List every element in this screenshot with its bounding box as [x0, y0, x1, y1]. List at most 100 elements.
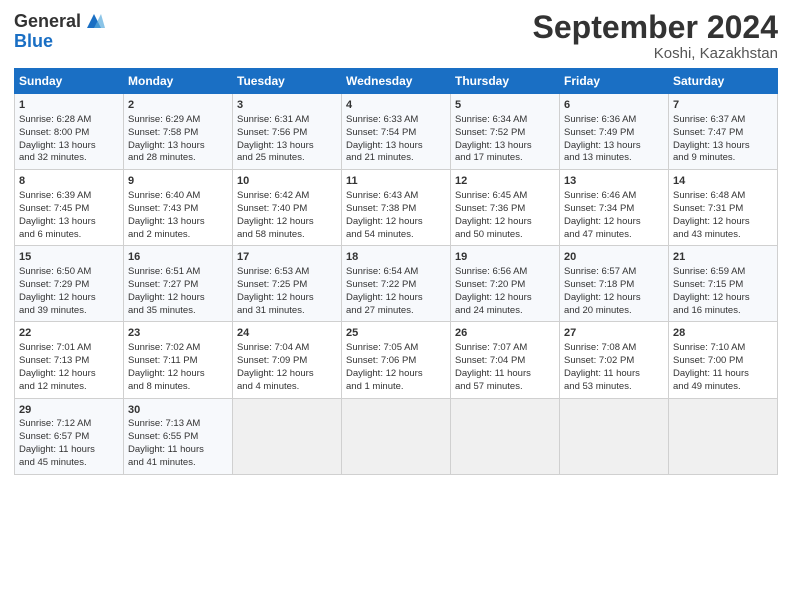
- table-row: 27Sunrise: 7:08 AMSunset: 7:02 PMDayligh…: [560, 322, 669, 398]
- table-row: 28Sunrise: 7:10 AMSunset: 7:00 PMDayligh…: [669, 322, 778, 398]
- col-thursday: Thursday: [451, 69, 560, 94]
- day-info-line: and 9 minutes.: [673, 152, 773, 165]
- day-number: 2: [128, 98, 228, 113]
- table-row: 19Sunrise: 6:56 AMSunset: 7:20 PMDayligh…: [451, 246, 560, 322]
- table-row: 22Sunrise: 7:01 AMSunset: 7:13 PMDayligh…: [15, 322, 124, 398]
- day-number: 12: [455, 174, 555, 189]
- page-container: General Blue September 2024 Koshi, Kazak…: [0, 0, 792, 485]
- calendar-week-row: 22Sunrise: 7:01 AMSunset: 7:13 PMDayligh…: [15, 322, 778, 398]
- day-info-line: Sunset: 7:27 PM: [128, 279, 228, 292]
- col-saturday: Saturday: [669, 69, 778, 94]
- day-info-line: Daylight: 12 hours: [346, 216, 446, 229]
- table-row: 23Sunrise: 7:02 AMSunset: 7:11 PMDayligh…: [124, 322, 233, 398]
- day-info-line: Daylight: 11 hours: [128, 444, 228, 457]
- table-row: 10Sunrise: 6:42 AMSunset: 7:40 PMDayligh…: [233, 170, 342, 246]
- table-row: 7Sunrise: 6:37 AMSunset: 7:47 PMDaylight…: [669, 94, 778, 170]
- day-info-line: and 12 minutes.: [19, 381, 119, 394]
- day-number: 6: [564, 98, 664, 113]
- day-number: 23: [128, 326, 228, 341]
- day-info-line: Sunrise: 6:37 AM: [673, 114, 773, 127]
- day-info-line: Sunset: 7:38 PM: [346, 203, 446, 216]
- day-info-line: Sunset: 7:13 PM: [19, 355, 119, 368]
- day-number: 8: [19, 174, 119, 189]
- day-info-line: Daylight: 12 hours: [673, 216, 773, 229]
- table-row: 8Sunrise: 6:39 AMSunset: 7:45 PMDaylight…: [15, 170, 124, 246]
- table-row: 5Sunrise: 6:34 AMSunset: 7:52 PMDaylight…: [451, 94, 560, 170]
- day-info-line: and 49 minutes.: [673, 381, 773, 394]
- day-info-line: Daylight: 12 hours: [564, 216, 664, 229]
- day-info-line: and 32 minutes.: [19, 152, 119, 165]
- table-row: 1Sunrise: 6:28 AMSunset: 8:00 PMDaylight…: [15, 94, 124, 170]
- day-info-line: Sunset: 7:52 PM: [455, 127, 555, 140]
- day-info-line: Sunset: 7:29 PM: [19, 279, 119, 292]
- day-number: 18: [346, 250, 446, 265]
- day-info-line: Daylight: 12 hours: [19, 368, 119, 381]
- day-number: 5: [455, 98, 555, 113]
- logo: General Blue: [14, 10, 105, 52]
- month-title: September 2024: [533, 10, 778, 45]
- day-info-line: Sunrise: 6:59 AM: [673, 266, 773, 279]
- day-info-line: Sunrise: 7:07 AM: [455, 342, 555, 355]
- table-row: 20Sunrise: 6:57 AMSunset: 7:18 PMDayligh…: [560, 246, 669, 322]
- day-info-line: Daylight: 12 hours: [564, 292, 664, 305]
- day-info-line: and 4 minutes.: [237, 381, 337, 394]
- location-subtitle: Koshi, Kazakhstan: [533, 45, 778, 62]
- day-info-line: Sunset: 7:20 PM: [455, 279, 555, 292]
- day-info-line: Daylight: 11 hours: [19, 444, 119, 457]
- calendar-week-row: 1Sunrise: 6:28 AMSunset: 8:00 PMDaylight…: [15, 94, 778, 170]
- day-number: 13: [564, 174, 664, 189]
- day-info-line: Daylight: 12 hours: [673, 292, 773, 305]
- day-info-line: Daylight: 13 hours: [346, 140, 446, 153]
- day-info-line: Daylight: 13 hours: [19, 216, 119, 229]
- logo-blue: Blue: [14, 31, 53, 51]
- day-number: 4: [346, 98, 446, 113]
- calendar-table: Sunday Monday Tuesday Wednesday Thursday…: [14, 68, 778, 474]
- day-number: 10: [237, 174, 337, 189]
- table-row: 17Sunrise: 6:53 AMSunset: 7:25 PMDayligh…: [233, 246, 342, 322]
- day-info-line: and 13 minutes.: [564, 152, 664, 165]
- day-info-line: and 43 minutes.: [673, 229, 773, 242]
- table-row: [560, 398, 669, 474]
- table-row: 18Sunrise: 6:54 AMSunset: 7:22 PMDayligh…: [342, 246, 451, 322]
- day-info-line: Daylight: 13 hours: [128, 216, 228, 229]
- day-info-line: Sunset: 7:54 PM: [346, 127, 446, 140]
- day-number: 29: [19, 403, 119, 418]
- table-row: 14Sunrise: 6:48 AMSunset: 7:31 PMDayligh…: [669, 170, 778, 246]
- day-info-line: and 54 minutes.: [346, 229, 446, 242]
- day-info-line: Daylight: 13 hours: [455, 140, 555, 153]
- day-number: 3: [237, 98, 337, 113]
- col-wednesday: Wednesday: [342, 69, 451, 94]
- day-info-line: Sunrise: 6:45 AM: [455, 190, 555, 203]
- day-number: 1: [19, 98, 119, 113]
- day-info-line: Daylight: 13 hours: [19, 140, 119, 153]
- day-info-line: Sunrise: 6:53 AM: [237, 266, 337, 279]
- logo-icon: [83, 10, 105, 32]
- calendar-week-row: 8Sunrise: 6:39 AMSunset: 7:45 PMDaylight…: [15, 170, 778, 246]
- table-row: 11Sunrise: 6:43 AMSunset: 7:38 PMDayligh…: [342, 170, 451, 246]
- day-info-line: and 53 minutes.: [564, 381, 664, 394]
- day-info-line: and 2 minutes.: [128, 229, 228, 242]
- day-info-line: Daylight: 11 hours: [673, 368, 773, 381]
- table-row: 30Sunrise: 7:13 AMSunset: 6:55 PMDayligh…: [124, 398, 233, 474]
- day-info-line: and 50 minutes.: [455, 229, 555, 242]
- day-number: 9: [128, 174, 228, 189]
- day-info-line: Daylight: 13 hours: [564, 140, 664, 153]
- day-number: 16: [128, 250, 228, 265]
- day-info-line: Sunrise: 7:05 AM: [346, 342, 446, 355]
- day-info-line: Sunrise: 6:50 AM: [19, 266, 119, 279]
- day-info-line: Sunset: 8:00 PM: [19, 127, 119, 140]
- day-info-line: Daylight: 12 hours: [237, 292, 337, 305]
- day-number: 15: [19, 250, 119, 265]
- day-number: 26: [455, 326, 555, 341]
- day-info-line: and 41 minutes.: [128, 457, 228, 470]
- day-info-line: Daylight: 12 hours: [346, 368, 446, 381]
- title-block: September 2024 Koshi, Kazakhstan: [533, 10, 778, 62]
- day-number: 27: [564, 326, 664, 341]
- day-info-line: Daylight: 13 hours: [237, 140, 337, 153]
- day-info-line: Sunrise: 6:31 AM: [237, 114, 337, 127]
- day-info-line: Sunrise: 6:48 AM: [673, 190, 773, 203]
- table-row: 24Sunrise: 7:04 AMSunset: 7:09 PMDayligh…: [233, 322, 342, 398]
- day-number: 19: [455, 250, 555, 265]
- day-info-line: Sunset: 7:09 PM: [237, 355, 337, 368]
- day-info-line: Daylight: 11 hours: [455, 368, 555, 381]
